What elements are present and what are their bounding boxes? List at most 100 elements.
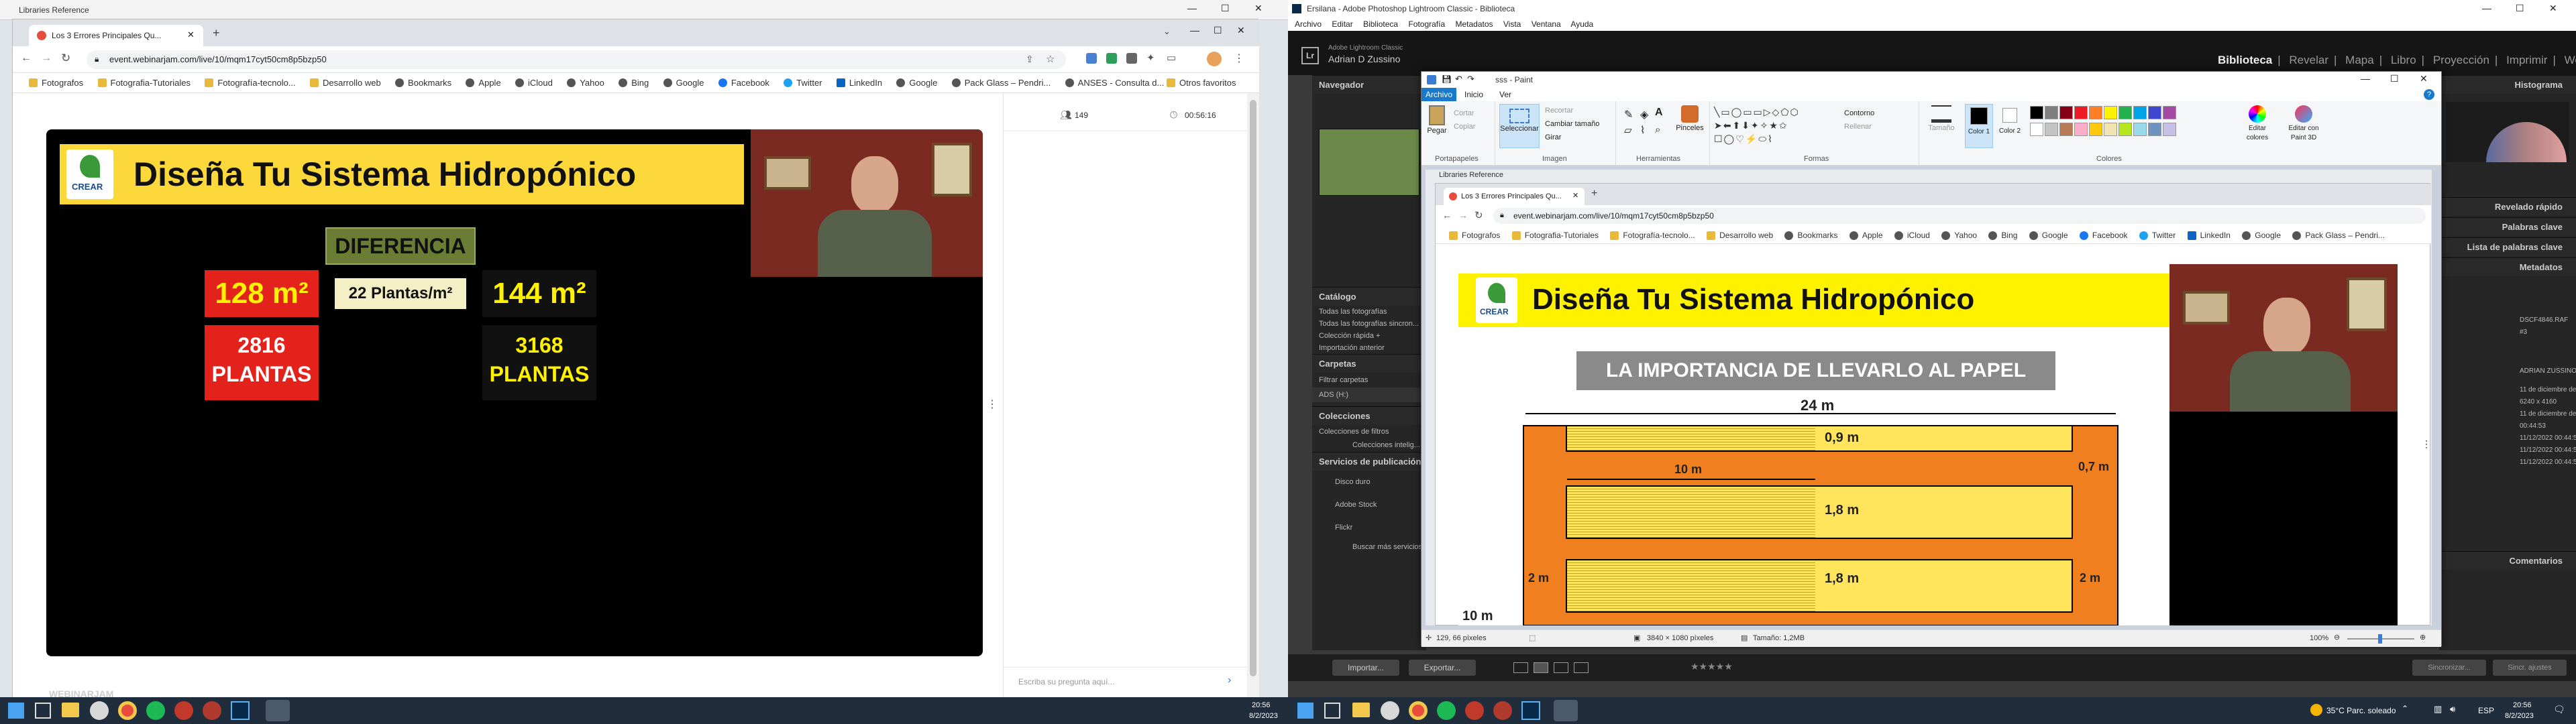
bookmark-item[interactable]: Facebook: [718, 78, 769, 88]
palette-swatch[interactable]: [2030, 123, 2043, 136]
palette-swatch[interactable]: [2148, 123, 2161, 136]
inner-browser-tab[interactable]: Los 3 Errores Principales Qu... ✕: [1444, 188, 1585, 205]
address-bar[interactable]: 🔒︎ event.webinarjam.com/live/10/mqm17cyt…: [87, 50, 1066, 69]
palette-swatch[interactable]: [2163, 123, 2176, 136]
brushes-button[interactable]: Pinceles: [1672, 105, 1707, 132]
survey-view-icon[interactable]: [1574, 662, 1589, 673]
lightroom-icon[interactable]: [231, 701, 250, 720]
menu-dots-icon[interactable]: ⋮: [1234, 52, 1244, 65]
paint3d-button[interactable]: Editar con Paint 3D: [2280, 105, 2327, 141]
extension3-icon[interactable]: [1126, 53, 1137, 64]
bookmark-item[interactable]: Fotografos: [29, 78, 83, 88]
task-view-icon[interactable]: [1324, 703, 1340, 719]
bookmark-item[interactable]: Facebook: [2079, 231, 2128, 240]
outline-button[interactable]: Contorno: [1844, 109, 1874, 117]
menu-item[interactable]: Ayuda: [1570, 19, 1593, 29]
extension2-icon[interactable]: [1106, 53, 1117, 64]
module-mapa[interactable]: Mapa: [2345, 54, 2374, 66]
zoom-slider-thumb[interactable]: [2378, 634, 2382, 644]
collection-item[interactable]: Colecciones intelig...: [1312, 438, 1426, 452]
select-button[interactable]: Seleccionar: [1499, 104, 1540, 148]
maximize-icon[interactable]: ☐: [1221, 3, 1230, 14]
publish-item[interactable]: Disco duro: [1312, 471, 1426, 493]
zoom-slider[interactable]: [2347, 634, 2414, 644]
tab-inicio[interactable]: Inicio: [1464, 90, 1483, 99]
question-input[interactable]: Escriba su pregunta aquí... ›: [1004, 667, 1248, 694]
app-icon[interactable]: [174, 701, 193, 720]
fill-button[interactable]: Rellenar: [1844, 123, 1872, 131]
find-more-services[interactable]: Buscar más servicios: [1312, 539, 1426, 555]
bookmark-item[interactable]: Pack Glass – Pendri...: [951, 78, 1051, 88]
tab-close-icon[interactable]: ✕: [187, 29, 195, 40]
palette-swatch[interactable]: [2074, 123, 2088, 136]
bookmark-item[interactable]: Desarrollo web: [310, 78, 381, 88]
palette-swatch[interactable]: [2045, 106, 2058, 119]
palette-swatch[interactable]: [2148, 106, 2161, 119]
tab-archivo[interactable]: Archivo: [1421, 88, 1456, 101]
back-icon[interactable]: ←: [1442, 210, 1452, 221]
star-icon[interactable]: ☆: [1046, 53, 1055, 65]
paint-canvas[interactable]: Libraries Reference Los 3 Errores Princi…: [1426, 170, 2432, 625]
palette-swatch[interactable]: [2133, 123, 2147, 136]
palette-swatch[interactable]: [2074, 106, 2088, 119]
keyword-list-header[interactable]: Lista de palabras clave: [2439, 237, 2576, 256]
sidepanel-icon[interactable]: ▭: [1167, 52, 1176, 64]
explorer-icon[interactable]: [62, 703, 79, 717]
palette[interactable]: [2029, 105, 2190, 139]
minimize-icon[interactable]: —: [1187, 3, 1197, 13]
chrome-icon[interactable]: [1409, 701, 1428, 720]
close-icon[interactable]: ✕: [2549, 3, 2557, 14]
crop-button[interactable]: Recortar: [1545, 107, 1573, 115]
video-player[interactable]: CREAR Diseña Tu Sistema Hidropónico DIFE…: [46, 129, 983, 656]
scrollbar[interactable]: [1247, 93, 1259, 698]
bookmark-item[interactable]: LinkedIn: [2187, 231, 2231, 240]
tray-chevron-icon[interactable]: ⌃: [2402, 704, 2408, 713]
zoom-in-icon[interactable]: ⊕: [2420, 633, 2426, 642]
catalog-item[interactable]: Todas las fotografías sincron...: [1312, 318, 1426, 330]
bookmark-item[interactable]: Fotografía-tecnolo...: [205, 78, 296, 88]
folder-item[interactable]: ADS (H:): [1312, 387, 1426, 402]
maximize-icon[interactable]: ☐: [1214, 25, 1222, 36]
redo-icon[interactable]: ↷: [1467, 74, 1474, 84]
extensions-icon[interactable]: [1086, 53, 1097, 64]
folders-header[interactable]: Carpetas: [1312, 354, 1426, 373]
palette-swatch[interactable]: [2133, 106, 2147, 119]
bookmark-item[interactable]: Pack Glass – Pendri...: [2292, 231, 2385, 240]
minimize-icon[interactable]: —: [1190, 25, 1199, 36]
paste-button[interactable]: Pegar: [1426, 105, 1448, 143]
app-icon[interactable]: [1554, 700, 1578, 721]
new-tab-icon[interactable]: +: [213, 26, 220, 40]
comments-header[interactable]: Comentarios: [2439, 551, 2576, 570]
maximize-icon[interactable]: ☐: [2390, 73, 2399, 84]
magnifier-icon[interactable]: ⌕: [1655, 124, 1660, 135]
publish-item[interactable]: Flickr: [1312, 516, 1426, 539]
maximize-icon[interactable]: ☐: [2516, 3, 2524, 14]
explorer-icon[interactable]: [1352, 703, 1370, 717]
app-icon[interactable]: [266, 700, 290, 721]
picker-icon[interactable]: ⌇: [1640, 124, 1645, 136]
menu-item[interactable]: Ventana: [1532, 19, 1561, 29]
module-web[interactable]: Web: [2565, 54, 2576, 66]
bookmark-item[interactable]: Apple: [1849, 231, 1883, 240]
lightroom-icon[interactable]: [1521, 701, 1540, 720]
size-button[interactable]: Tamaño: [1923, 105, 1960, 148]
back-icon[interactable]: ←: [21, 52, 32, 64]
other-bookmarks[interactable]: Otros favoritos: [1167, 78, 1236, 88]
catalog-item[interactable]: Importación anterior: [1312, 342, 1426, 354]
bookmark-item[interactable]: Twitter: [2139, 231, 2176, 240]
chrome-icon[interactable]: [118, 701, 137, 720]
menu-item[interactable]: Vista: [1503, 19, 1521, 29]
palette-swatch[interactable]: [2059, 106, 2073, 119]
quick-develop-header[interactable]: Revelado rápido: [2439, 197, 2576, 216]
collection-item[interactable]: Colecciones de filtros: [1312, 425, 1426, 438]
tab-ver[interactable]: Ver: [1499, 90, 1511, 99]
histogram-header[interactable]: Histograma: [2439, 75, 2576, 94]
bookmark-item[interactable]: iCloud: [515, 78, 553, 88]
shapes-gallery[interactable]: ╲▭◯▭▭▷◇⬠⬡ ➤⬅⬆⬇✦✧★✩ ☐◯♡⚡⬭⌇: [1714, 105, 1828, 145]
bookmark-item[interactable]: Desarrollo web: [1707, 231, 1773, 240]
eraser-icon[interactable]: ▱: [1624, 124, 1632, 136]
palette-swatch[interactable]: [2104, 123, 2117, 136]
save-icon[interactable]: 💾︎: [1442, 74, 1452, 84]
bookmark-item[interactable]: LinkedIn: [836, 78, 882, 88]
color2-button[interactable]: Color 2: [1996, 104, 2024, 148]
